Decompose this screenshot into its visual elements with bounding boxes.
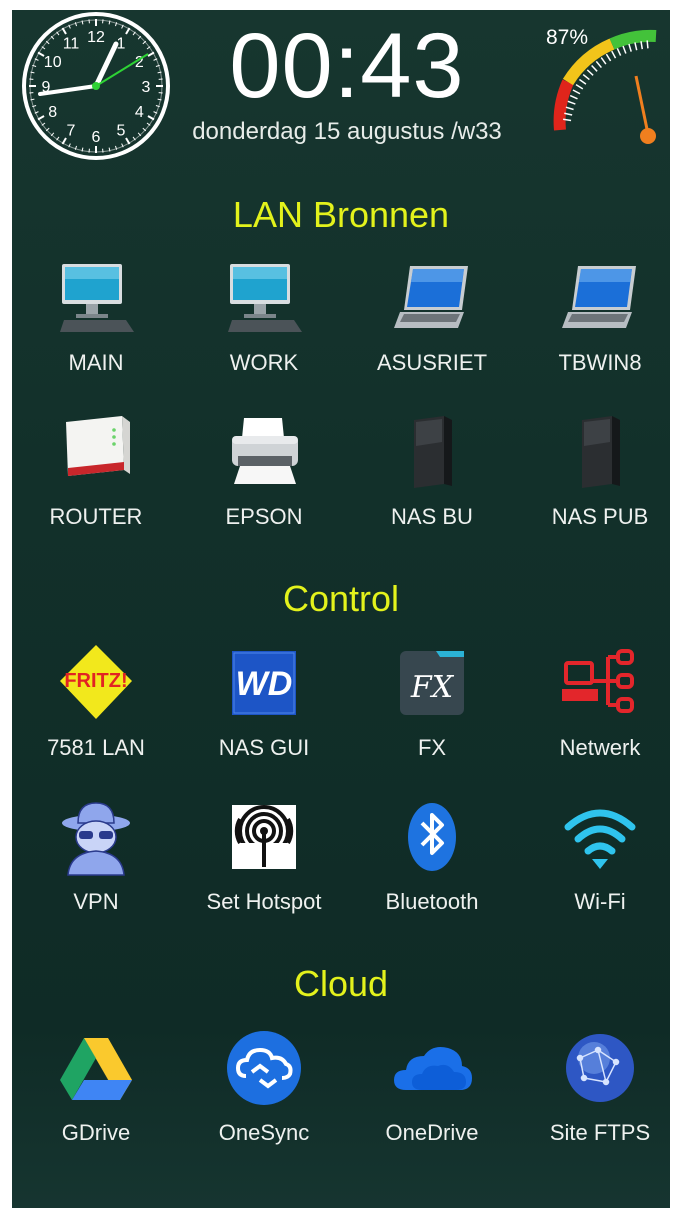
shortcut-onesync[interactable]: OneSync <box>180 1028 348 1168</box>
printer-icon <box>224 412 304 492</box>
shortcut-label: Netwerk <box>559 735 641 760</box>
shortcut-label: GDrive <box>61 1120 131 1145</box>
shortcut-label: Wi-Fi <box>574 889 626 914</box>
digital-clock[interactable]: 00:43 <box>212 16 482 116</box>
shortcut-nas-gui[interactable]: WD NAS GUI <box>180 643 348 783</box>
section-title-cloud: Cloud <box>293 963 389 1004</box>
svg-text:FX: FX <box>410 670 455 705</box>
nas-drive-icon <box>560 412 640 492</box>
shortcut-label: Set Hotspot <box>206 889 322 914</box>
shortcut-label: 7581 LAN <box>47 735 145 760</box>
hotspot-antenna-icon <box>224 797 304 877</box>
shortcut-label: FX <box>417 735 447 760</box>
shortcut-router[interactable]: ROUTER <box>12 412 180 552</box>
clock-dial-number: 11 <box>63 36 80 53</box>
shortcut-set-hotspot[interactable]: Set Hotspot <box>180 797 348 937</box>
clock-dial-number: 3 <box>142 79 151 96</box>
shortcut-wifi[interactable]: Wi-Fi <box>516 797 670 937</box>
shortcut-epson[interactable]: EPSON <box>180 412 348 552</box>
shortcut-label: EPSON <box>225 504 303 529</box>
laptop-icon <box>560 258 640 338</box>
spy-agent-icon <box>56 797 136 877</box>
shortcut-label: ROUTER <box>49 504 143 529</box>
clock-face-icon: 12 1234567891011 <box>22 12 170 160</box>
onedrive-cloud-icon <box>392 1028 472 1108</box>
shortcut-label: OneSync <box>218 1120 310 1145</box>
shortcut-label: NAS PUB <box>551 504 649 529</box>
section-title-lan: LAN Bronnen <box>232 194 450 235</box>
clock-dial-number: 6 <box>92 129 101 146</box>
shortcut-7581-lan[interactable]: FRITZ! 7581 LAN <box>12 643 180 783</box>
fx-file-explorer-icon: FX <box>392 643 472 723</box>
wifi-icon <box>560 797 640 877</box>
shortcut-bluetooth[interactable]: Bluetooth <box>348 797 516 937</box>
analog-clock-widget[interactable]: 12 1 2 3 4 5 6 7 8 9 10 11 <box>20 10 172 162</box>
clock-dial-number: 12 <box>87 29 105 46</box>
clock-dial-number: 7 <box>67 122 76 139</box>
shortcut-label: TBWIN8 <box>558 350 642 375</box>
bluetooth-icon <box>392 797 472 877</box>
nas-drive-icon <box>392 412 472 492</box>
shortcut-work[interactable]: WORK <box>180 258 348 398</box>
shortcut-label: WORK <box>229 350 299 375</box>
google-drive-icon <box>56 1028 136 1108</box>
shortcut-label: VPN <box>73 889 119 914</box>
section-title-control: Control <box>282 578 400 619</box>
fritz-logo-icon: FRITZ! <box>56 643 136 723</box>
shortcut-gdrive[interactable]: GDrive <box>12 1028 180 1168</box>
shortcut-label: NAS GUI <box>218 735 310 760</box>
shortcut-nas-bu[interactable]: NAS BU <box>348 412 516 552</box>
shortcut-vpn[interactable]: VPN <box>12 797 180 937</box>
svg-text:WD: WD <box>236 665 293 703</box>
laptop-icon <box>392 258 472 338</box>
shortcut-label: Site FTPS <box>549 1120 651 1145</box>
desktop-computer-icon <box>224 258 304 338</box>
shortcut-label: NAS BU <box>391 504 473 529</box>
shortcut-main[interactable]: MAIN <box>12 258 180 398</box>
clock-dial-number: 10 <box>44 54 62 71</box>
home-screen: 12 1 2 3 4 5 6 7 8 9 10 11 00:43 donderdag 15 augus… <box>12 10 670 1208</box>
globe-network-icon <box>560 1028 640 1108</box>
clock-dial-number: 8 <box>48 104 57 121</box>
wd-logo-icon: WD <box>224 643 304 723</box>
date-label: donderdag 15 augustus /w33 <box>192 118 502 145</box>
shortcut-tbwin8[interactable]: TBWIN8 <box>516 258 670 398</box>
svg-text:FRITZ!: FRITZ! <box>64 670 127 692</box>
cloud-sync-icon <box>224 1028 304 1108</box>
battery-percent: 87% <box>546 26 589 49</box>
clock-dial-number: 4 <box>135 104 144 121</box>
shortcut-label: OneDrive <box>385 1120 479 1145</box>
shortcut-label: ASUSRIET <box>376 350 488 375</box>
router-icon <box>56 412 136 492</box>
network-diagram-icon <box>560 643 640 723</box>
shortcut-label: MAIN <box>68 350 124 375</box>
desktop-computer-icon <box>56 258 136 338</box>
shortcut-asusriet[interactable]: ASUSRIET <box>348 258 516 398</box>
shortcut-site-ftps[interactable]: Site FTPS <box>516 1028 670 1168</box>
shortcut-netwerk[interactable]: Netwerk <box>516 643 670 783</box>
shortcut-fx[interactable]: FX FX <box>348 643 516 783</box>
clock-dial-number: 5 <box>117 122 126 139</box>
shortcut-onedrive[interactable]: OneDrive <box>348 1028 516 1168</box>
shortcut-label: Bluetooth <box>385 889 479 914</box>
shortcut-nas-pub[interactable]: NAS PUB <box>516 412 670 552</box>
